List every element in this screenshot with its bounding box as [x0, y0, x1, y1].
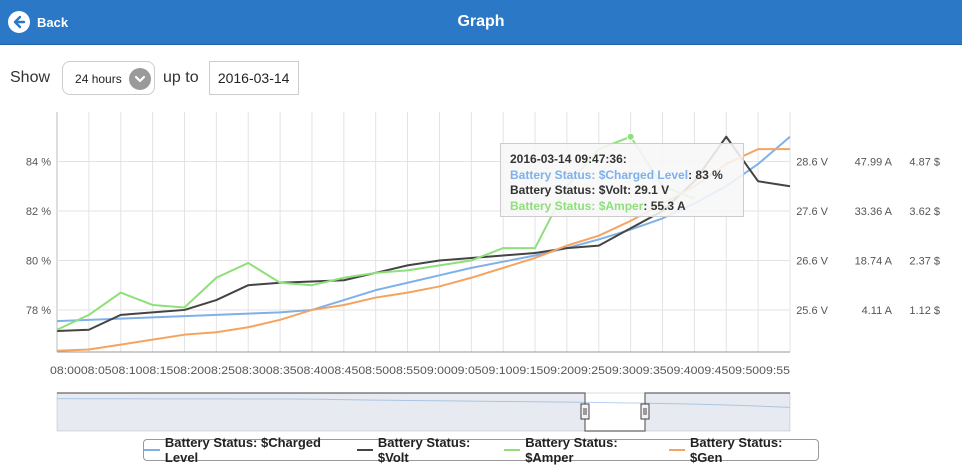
header-bar: Back Graph: [0, 0, 962, 45]
x-tick-label: 09:25: [574, 365, 605, 377]
legend-item[interactable]: Battery Status: $Gen: [669, 435, 818, 465]
y-tick-label: 84 %: [26, 156, 51, 168]
right-axis-ticks: 25.6 V 26.6 V 27.6 V 28.6 V 4.11 A 18.74 A 33.…: [796, 156, 940, 316]
right-tick-label: 2.37 $: [909, 255, 940, 267]
legend-swatch: [669, 449, 685, 451]
chevron-down-icon: [129, 68, 152, 90]
legend-item[interactable]: Battery Status: $Volt: [356, 435, 504, 465]
x-tick-label: 09:20: [543, 365, 574, 377]
range-controls: Show 24 hours up to 2016-03-14: [10, 60, 299, 96]
navigator-mask-right: [645, 393, 790, 431]
date-input[interactable]: 2016-03-14: [208, 61, 299, 95]
navigator-handle: [640, 403, 650, 420]
right-tick-label: 4.11 A: [862, 305, 893, 317]
x-tick-label: 08:00: [50, 365, 81, 377]
navigator-series: [56, 398, 791, 408]
x-tick-label: 09:35: [636, 365, 667, 377]
legend-label: Battery Status: $Amper: [525, 435, 618, 465]
legend-label: Battery Status: $Gen: [689, 435, 783, 465]
x-tick-label: 09:10: [482, 365, 513, 377]
x-tick-label: 08:45: [328, 365, 359, 377]
x-tick-label: 09:15: [513, 365, 544, 377]
right-tick-label: 1.12 $: [909, 305, 940, 317]
legend-label: Battery Status: $Charged Level: [164, 435, 321, 465]
legend-swatch: [504, 449, 521, 451]
x-tick-label: 08:30: [235, 365, 266, 377]
show-label: Show: [10, 69, 51, 86]
right-tick-label: 47.99 A: [855, 156, 893, 168]
right-tick-label: 27.6 V: [796, 206, 828, 218]
right-tick-label: 26.6 V: [796, 255, 828, 267]
page-title: Graph: [457, 13, 505, 30]
x-tick-label: 08:40: [297, 365, 328, 377]
right-tick-label: 4.87 $: [909, 156, 940, 168]
tooltip-row-charged: Battery Status: $Charged Level: 83 %: [510, 167, 723, 182]
tooltip-row-volt: Battery Status: $Volt: 29.1 V: [510, 183, 670, 197]
x-tick-label: 08:25: [204, 365, 235, 377]
right-tick-label: 25.6 V: [796, 305, 828, 317]
x-tick-label: 09:40: [667, 365, 698, 377]
highlight-point: [626, 132, 635, 141]
right-tick-label: 28.6 V: [796, 156, 828, 168]
navigator-handle: [580, 403, 590, 420]
x-tick-label: 09:05: [451, 365, 482, 377]
legend-item[interactable]: Battery Status: $Charged Level: [144, 435, 357, 465]
tooltip-row-amper: Battery Status: $Amper: 55.3 A: [510, 198, 686, 213]
x-tick-label: 09:50: [728, 365, 759, 377]
navigator-mask-left: [57, 393, 585, 431]
x-tick-label: 08:50: [358, 365, 389, 377]
navigator-frame: [56, 392, 791, 432]
range-select[interactable]: 24 hours: [62, 61, 156, 95]
right-tick-label: 3.62 $: [909, 206, 940, 218]
x-tick-label: 08:05: [81, 365, 112, 377]
y-tick-label: 78 %: [26, 305, 51, 317]
x-tick-label: 09:30: [605, 365, 636, 377]
legend-swatch: [356, 449, 373, 451]
right-tick-label: 18.74 A: [855, 255, 893, 267]
upto-label: up to: [163, 69, 199, 86]
x-tick-label: 08:10: [112, 365, 143, 377]
legend-item[interactable]: Battery Status: $Amper: [504, 435, 669, 465]
range-navigator: [56, 392, 791, 432]
x-tick-label: 08:15: [143, 365, 174, 377]
x-tick-label: 09:00: [420, 365, 451, 377]
navigator-outline: [57, 392, 790, 432]
y-tick-label: 82 %: [26, 206, 51, 218]
x-tick-label: 08:20: [173, 365, 204, 377]
tooltip-time: 2016-03-14 09:47:36:: [510, 152, 627, 166]
x-axis-ticks: 08:00 08:05 08:10 08:15 08:20 08:25 08:30 08:35…: [50, 365, 790, 377]
right-tick-label: 33.36 A: [855, 206, 893, 218]
x-tick-label: 08:55: [389, 365, 420, 377]
chart-legend: Battery Status: $Charged Level Battery St…: [143, 435, 819, 465]
y-tick-label: 80 %: [26, 255, 51, 267]
x-tick-label: 09:45: [698, 365, 729, 377]
legend-swatch: [144, 449, 160, 451]
x-tick-label: 08:35: [266, 365, 297, 377]
legend-label: Battery Status: $Volt: [377, 435, 471, 465]
x-tick-label: 09:55: [759, 365, 790, 377]
highlight-marker: [626, 132, 635, 141]
range-select-value: 24 hours: [75, 72, 122, 86]
chart-tooltip: 2016-03-14 09:47:36: Battery Status: $Ch…: [500, 143, 744, 217]
